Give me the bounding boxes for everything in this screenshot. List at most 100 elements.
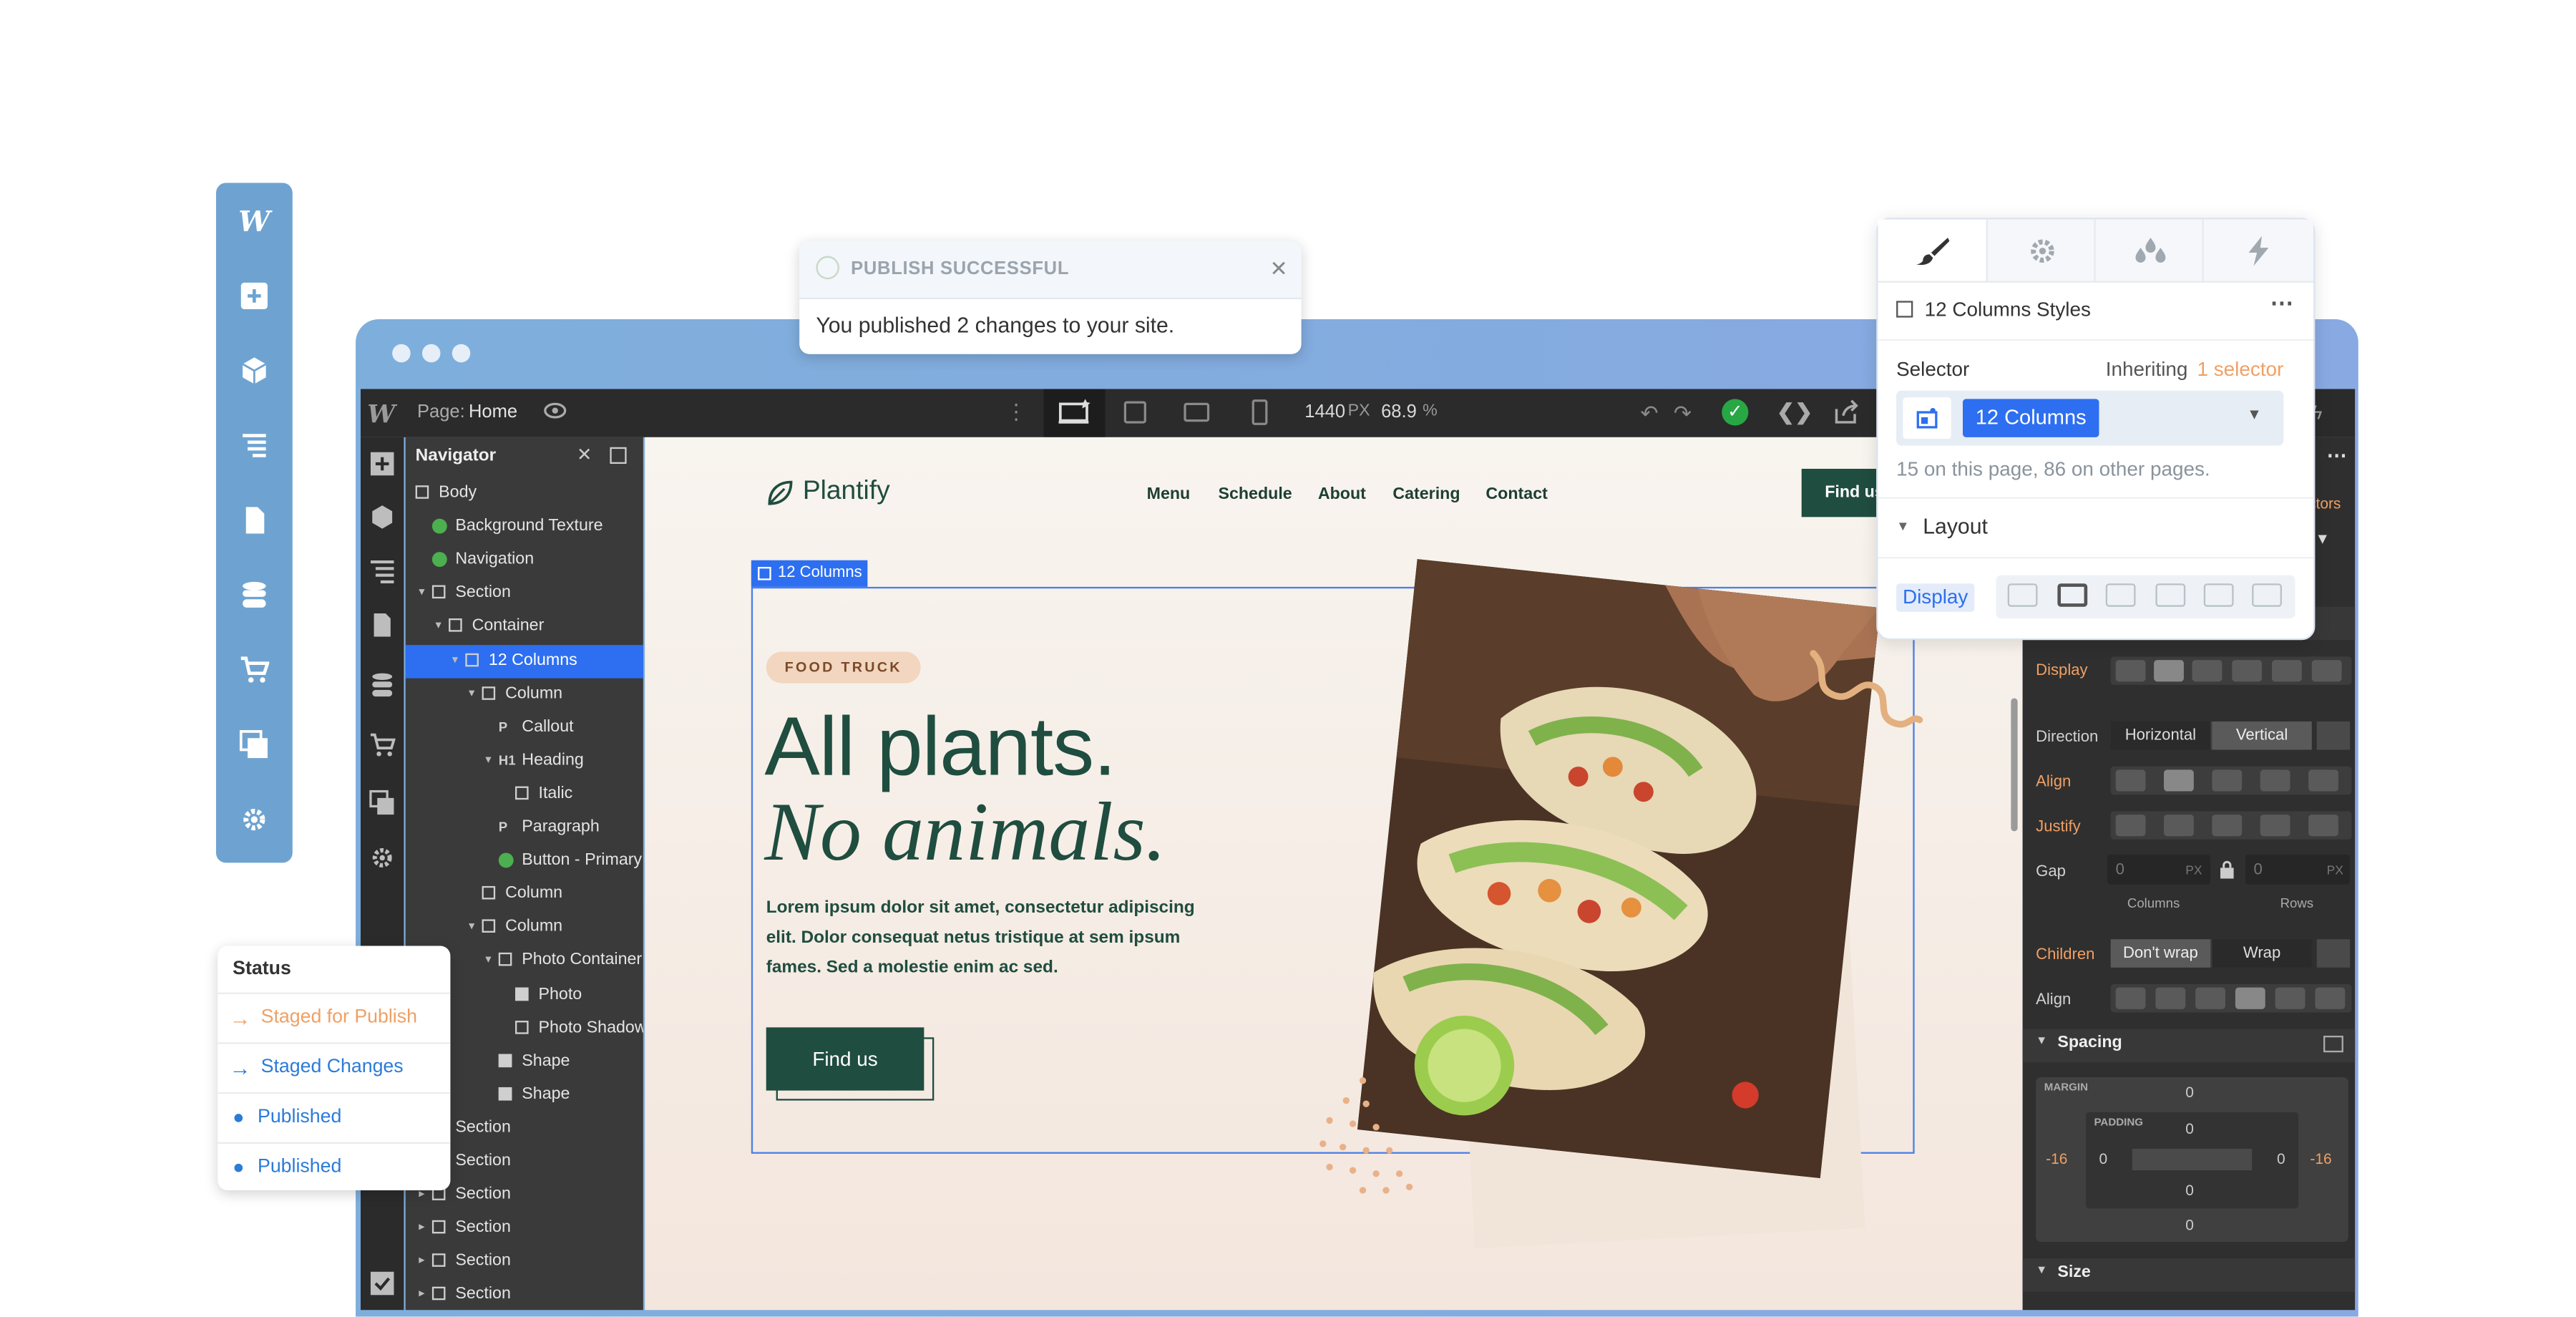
selector-field[interactable]: 12 Columns ▼ bbox=[1896, 390, 2284, 446]
navigator-panel-icon[interactable] bbox=[367, 557, 397, 587]
status-item[interactable]: Published bbox=[218, 1142, 451, 1194]
align-stretch-button[interactable] bbox=[2260, 769, 2290, 792]
expanded-caret-icon[interactable]: ▾ bbox=[419, 578, 424, 611]
spacing-section-header[interactable]: ▼ Spacing bbox=[2022, 1029, 2356, 1063]
navigator-item[interactable]: Italic bbox=[406, 778, 643, 811]
publish-status-check-icon[interactable]: ✓ bbox=[1722, 399, 1749, 426]
status-item[interactable]: → Staged for Publish bbox=[218, 992, 451, 1044]
align-content-stretch-button[interactable] bbox=[2235, 987, 2265, 1009]
justify-center-button[interactable] bbox=[2164, 815, 2194, 837]
ecommerce-icon[interactable] bbox=[238, 655, 270, 688]
display-inline-block-button[interactable] bbox=[2155, 583, 2186, 607]
preview-eye-icon[interactable] bbox=[543, 399, 567, 422]
selector-type-button[interactable] bbox=[1903, 397, 1951, 439]
page-name[interactable]: Home bbox=[469, 402, 517, 422]
margin-top-value[interactable]: 0 bbox=[2185, 1084, 2194, 1100]
site-menu-item[interactable]: Menu bbox=[1147, 485, 1191, 504]
site-menu-item[interactable]: About bbox=[1318, 485, 1366, 504]
size-section-header[interactable]: ▼ Size bbox=[2022, 1258, 2356, 1292]
find-us-button[interactable]: Find us bbox=[766, 1027, 924, 1091]
pages-panel-icon[interactable] bbox=[367, 612, 397, 642]
dropdown-chevron-icon[interactable]: ▼ bbox=[2315, 530, 2330, 547]
wrap-button[interactable]: Wrap bbox=[2212, 939, 2312, 968]
components-icon[interactable] bbox=[367, 504, 397, 534]
navigator-item[interactable]: ▾ Section bbox=[406, 578, 643, 611]
align-content-start-button[interactable] bbox=[2115, 987, 2146, 1009]
expanded-caret-icon[interactable]: ▾ bbox=[452, 644, 458, 677]
justify-end-button[interactable] bbox=[2212, 815, 2243, 837]
direction-horizontal-button[interactable]: Horizontal bbox=[2110, 721, 2211, 750]
padding-left-value[interactable]: 0 bbox=[2099, 1150, 2107, 1167]
expanded-caret-icon[interactable]: ▾ bbox=[469, 911, 474, 944]
navigator-icon[interactable] bbox=[238, 431, 270, 464]
display-inline-button[interactable] bbox=[2203, 583, 2234, 607]
status-item[interactable]: → Staged Changes bbox=[218, 1042, 451, 1094]
mobile-portrait-icon[interactable] bbox=[1252, 399, 1268, 425]
tablet-breakpoint-icon[interactable] bbox=[1123, 401, 1147, 424]
display-flex-button[interactable] bbox=[2154, 660, 2184, 682]
navigator-item[interactable]: Button - Primary bbox=[406, 845, 643, 878]
interactions-tab[interactable] bbox=[2202, 219, 2314, 281]
more-options-icon[interactable]: ⋯ bbox=[2327, 444, 2347, 467]
align-center-button[interactable] bbox=[2164, 769, 2194, 792]
gap-rows-input[interactable]: 0 PX bbox=[2245, 854, 2351, 885]
navigator-item[interactable]: ▾ Column bbox=[406, 911, 643, 944]
cms-icon[interactable] bbox=[238, 580, 270, 613]
display-inline-block-button[interactable] bbox=[2232, 660, 2263, 682]
cms-panel-icon[interactable] bbox=[367, 671, 397, 701]
designer-logo-icon[interactable]: W bbox=[367, 399, 395, 429]
justify-start-button[interactable] bbox=[2115, 815, 2146, 837]
style-manager-tab[interactable] bbox=[2094, 219, 2204, 281]
navigator-item[interactable]: Body bbox=[406, 477, 643, 510]
align-content-between-button[interactable] bbox=[2275, 987, 2306, 1009]
pages-icon[interactable] bbox=[238, 505, 270, 538]
selector-dropdown-icon[interactable]: ▼ bbox=[2247, 406, 2262, 422]
align-content-center-button[interactable] bbox=[2155, 987, 2186, 1009]
assets-icon[interactable] bbox=[238, 730, 270, 763]
display-none-button[interactable] bbox=[2252, 583, 2282, 607]
align-end-button[interactable] bbox=[2212, 769, 2243, 792]
expanded-caret-icon[interactable]: ▾ bbox=[485, 945, 491, 978]
navigator-item[interactable]: P Callout bbox=[406, 711, 643, 744]
display-none-button[interactable] bbox=[2311, 660, 2342, 682]
add-panel-icon[interactable] bbox=[367, 450, 397, 480]
navigator-item[interactable]: ▾ Column bbox=[406, 678, 643, 711]
add-icon[interactable] bbox=[238, 281, 270, 314]
navigator-item[interactable]: P Paragraph bbox=[406, 811, 643, 844]
redo-icon[interactable]: ↷ bbox=[1674, 401, 1692, 427]
settings-icon[interactable] bbox=[238, 805, 270, 837]
align-baseline-button[interactable] bbox=[2308, 769, 2338, 792]
dock-panel-icon[interactable] bbox=[610, 447, 627, 465]
settings-tab[interactable] bbox=[1986, 219, 2096, 281]
navigator-item[interactable]: ▸ Section bbox=[406, 1245, 643, 1278]
display-flex-button[interactable] bbox=[2057, 583, 2088, 607]
more-vertical-icon[interactable]: ⋮ bbox=[1005, 399, 1027, 425]
expanded-caret-icon[interactable]: ▾ bbox=[485, 744, 491, 777]
display-block-button[interactable] bbox=[2115, 660, 2146, 682]
site-menu-item[interactable]: Catering bbox=[1392, 485, 1460, 504]
justify-between-button[interactable] bbox=[2260, 815, 2290, 837]
margin-bottom-value[interactable]: 0 bbox=[2185, 1217, 2194, 1233]
nav-cta-button[interactable]: Find us bbox=[1801, 468, 1877, 517]
reverse-direction-button[interactable] bbox=[2316, 721, 2351, 750]
margin-left-value[interactable]: -16 bbox=[2046, 1150, 2067, 1167]
collapsed-caret-icon[interactable]: ▸ bbox=[419, 1279, 424, 1312]
display-grid-button[interactable] bbox=[2105, 583, 2136, 607]
padding-bottom-value[interactable]: 0 bbox=[2185, 1182, 2194, 1198]
site-brand[interactable]: Plantify bbox=[803, 477, 890, 507]
navigator-item[interactable]: Background Texture bbox=[406, 510, 643, 543]
audit-check-icon[interactable] bbox=[367, 1270, 397, 1300]
collapsed-caret-icon[interactable]: ▸ bbox=[419, 1212, 424, 1245]
ecommerce-panel-icon[interactable] bbox=[367, 732, 397, 762]
navigator-item[interactable]: ▾ Container bbox=[406, 611, 643, 643]
navigator-item[interactable]: ▸ Section bbox=[406, 1212, 643, 1245]
assets-panel-icon[interactable] bbox=[367, 789, 397, 820]
status-item[interactable]: Published bbox=[218, 1092, 451, 1144]
spacing-preset-icon[interactable] bbox=[2323, 1035, 2343, 1053]
direction-vertical-button[interactable]: Vertical bbox=[2212, 721, 2312, 750]
webflow-logo-icon[interactable]: W bbox=[238, 206, 270, 239]
layout-collapse-chevron-icon[interactable]: ▼ bbox=[1896, 519, 1909, 534]
navigator-item[interactable]: Column bbox=[406, 878, 643, 911]
padding-right-value[interactable]: 0 bbox=[2277, 1150, 2285, 1167]
display-block-button[interactable] bbox=[2007, 583, 2038, 607]
